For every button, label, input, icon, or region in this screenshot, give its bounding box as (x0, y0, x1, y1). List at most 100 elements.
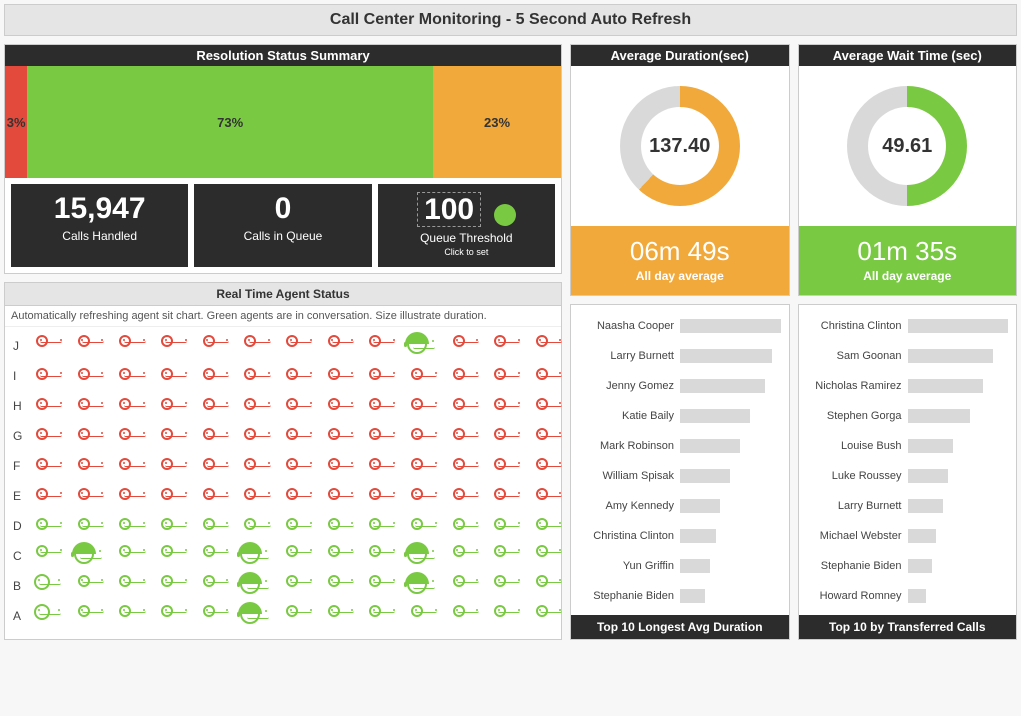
kpi-queue-threshold-value[interactable]: 100 (417, 192, 481, 227)
agent-cell[interactable] (364, 427, 386, 445)
agent-cell[interactable] (323, 604, 345, 629)
agent-cell[interactable] (323, 367, 345, 385)
agent-cell[interactable] (198, 604, 220, 629)
agent-cell[interactable] (281, 517, 303, 535)
agent-cell[interactable] (156, 517, 178, 535)
agent-cell[interactable] (448, 427, 470, 445)
agent-cell[interactable] (239, 604, 261, 629)
agent-cell[interactable] (364, 544, 386, 569)
agent-cell[interactable] (323, 517, 345, 535)
agent-cell[interactable] (281, 604, 303, 629)
agent-cell[interactable] (448, 604, 470, 629)
agent-cell[interactable] (364, 574, 386, 599)
agent-cell[interactable] (281, 544, 303, 569)
agent-cell[interactable] (198, 334, 220, 359)
agent-cell[interactable] (114, 397, 136, 415)
agent-cell[interactable] (281, 334, 303, 359)
agent-cell[interactable] (73, 544, 95, 569)
agent-cell[interactable] (448, 367, 470, 385)
agent-cell[interactable] (323, 487, 345, 505)
agent-cell[interactable] (198, 544, 220, 569)
agent-cell[interactable] (406, 517, 428, 535)
agent-cell[interactable] (531, 457, 553, 475)
agent-cell[interactable] (156, 427, 178, 445)
agent-cell[interactable] (406, 397, 428, 415)
agent-cell[interactable] (31, 397, 53, 415)
agent-cell[interactable] (406, 574, 428, 599)
agent-cell[interactable] (156, 457, 178, 475)
agent-cell[interactable] (281, 367, 303, 385)
agent-cell[interactable] (239, 517, 261, 535)
agent-cell[interactable] (364, 334, 386, 359)
agent-cell[interactable] (281, 487, 303, 505)
agent-cell[interactable] (114, 367, 136, 385)
agent-cell[interactable] (406, 457, 428, 475)
agent-cell[interactable] (531, 334, 553, 359)
agent-cell[interactable] (489, 544, 511, 569)
agent-cell[interactable] (448, 517, 470, 535)
agent-cell[interactable] (198, 457, 220, 475)
agent-cell[interactable] (114, 604, 136, 629)
agent-cell[interactable] (489, 427, 511, 445)
agent-cell[interactable] (406, 367, 428, 385)
agent-cell[interactable] (364, 487, 386, 505)
agent-cell[interactable] (323, 544, 345, 569)
agent-cell[interactable] (531, 544, 553, 569)
agent-cell[interactable] (406, 334, 428, 359)
agent-cell[interactable] (239, 544, 261, 569)
agent-cell[interactable] (531, 604, 553, 629)
agent-cell[interactable] (323, 334, 345, 359)
agent-cell[interactable] (31, 517, 53, 535)
agent-cell[interactable] (156, 367, 178, 385)
agent-cell[interactable] (73, 574, 95, 599)
agent-cell[interactable] (239, 457, 261, 475)
agent-cell[interactable] (489, 457, 511, 475)
agent-cell[interactable] (406, 487, 428, 505)
agent-cell[interactable] (406, 427, 428, 445)
agent-cell[interactable] (156, 487, 178, 505)
agent-cell[interactable] (31, 427, 53, 445)
agent-cell[interactable] (489, 517, 511, 535)
agent-cell[interactable] (31, 604, 53, 629)
agent-cell[interactable] (448, 574, 470, 599)
agent-cell[interactable] (114, 517, 136, 535)
agent-cell[interactable] (323, 427, 345, 445)
agent-cell[interactable] (448, 334, 470, 359)
agent-cell[interactable] (489, 574, 511, 599)
agent-cell[interactable] (239, 334, 261, 359)
agent-cell[interactable] (156, 604, 178, 629)
agent-cell[interactable] (198, 367, 220, 385)
agent-cell[interactable] (406, 544, 428, 569)
agent-cell[interactable] (489, 397, 511, 415)
agent-cell[interactable] (448, 397, 470, 415)
agent-cell[interactable] (323, 574, 345, 599)
agent-cell[interactable] (198, 574, 220, 599)
agent-cell[interactable] (198, 517, 220, 535)
agent-cell[interactable] (198, 397, 220, 415)
agent-cell[interactable] (323, 457, 345, 475)
agent-cell[interactable] (73, 397, 95, 415)
agent-cell[interactable] (73, 334, 95, 359)
agent-cell[interactable] (114, 427, 136, 445)
agent-cell[interactable] (281, 427, 303, 445)
agent-cell[interactable] (114, 574, 136, 599)
agent-cell[interactable] (73, 517, 95, 535)
agent-cell[interactable] (31, 544, 53, 569)
agent-cell[interactable] (364, 517, 386, 535)
agent-cell[interactable] (406, 604, 428, 629)
agent-cell[interactable] (239, 487, 261, 505)
agent-cell[interactable] (156, 397, 178, 415)
agent-cell[interactable] (31, 574, 53, 599)
agent-cell[interactable] (448, 544, 470, 569)
agent-cell[interactable] (73, 367, 95, 385)
agent-cell[interactable] (364, 457, 386, 475)
agent-cell[interactable] (156, 574, 178, 599)
agent-cell[interactable] (239, 397, 261, 415)
agent-cell[interactable] (73, 487, 95, 505)
agent-cell[interactable] (239, 367, 261, 385)
agent-cell[interactable] (73, 427, 95, 445)
agent-cell[interactable] (239, 574, 261, 599)
agent-cell[interactable] (31, 334, 53, 359)
agent-cell[interactable] (489, 487, 511, 505)
agent-cell[interactable] (198, 427, 220, 445)
